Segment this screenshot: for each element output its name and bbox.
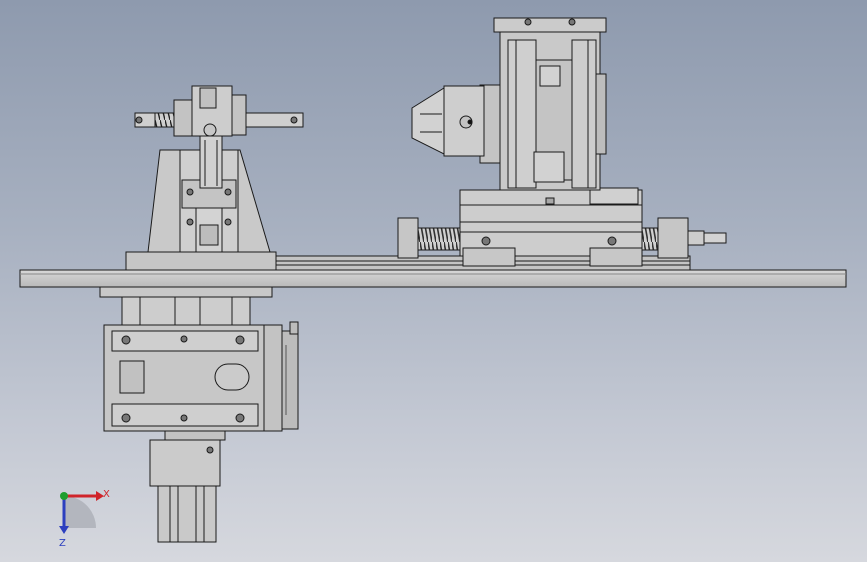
left-pedestal-part [199, 224, 219, 246]
right-gearhead-part [493, 17, 607, 33]
right-chuck-part [411, 87, 445, 155]
right-gearhead-part [539, 65, 561, 87]
bottom-gearbox-part [235, 413, 245, 423]
triad-x-label: X [103, 489, 110, 500]
bottom-gearbox-part [121, 335, 131, 345]
lead-screw-part [703, 232, 727, 244]
bottom-gearbox-part [99, 286, 273, 298]
right-slide-table-part [589, 247, 643, 267]
bottom-gearbox-part [119, 360, 145, 394]
bottom-motor-part [157, 485, 217, 543]
right-gearhead-part [568, 18, 576, 26]
coordinate-triad-part [64, 496, 96, 528]
right-chuck-part [467, 119, 473, 125]
right-gearhead-part [524, 18, 532, 26]
cad-model-drawing[interactable]: X Z [0, 0, 867, 562]
bottom-motor-part [206, 446, 214, 454]
left-pedestal-part [125, 251, 277, 271]
right-slide-table-part [462, 247, 516, 267]
right-slide-table-part [397, 217, 419, 259]
left-pedestal-part [224, 188, 232, 196]
right-gearhead-part [533, 151, 565, 183]
left-pedestal-part [199, 135, 223, 189]
left-crank-handle-part [231, 94, 247, 136]
bottom-gearbox [99, 286, 299, 441]
bottom-gearbox-part [235, 335, 245, 345]
lead-screw-part [641, 227, 659, 251]
bottom-gearbox-part [121, 413, 131, 423]
bottom-gearbox-part [281, 330, 299, 430]
right-gearhead-part [595, 73, 607, 155]
coordinate-triad-part [59, 526, 69, 534]
right-gearhead [493, 17, 607, 191]
left-crank-handle-part [135, 116, 143, 124]
bottom-gearbox-part [164, 430, 226, 441]
left-crank-handle-part [199, 87, 217, 109]
right-chuck [411, 84, 501, 164]
bottom-gearbox-part [180, 335, 188, 343]
left-crank-handle-part [173, 99, 193, 137]
bottom-motor [149, 439, 221, 543]
right-slide-table-part [545, 197, 555, 205]
right-gearhead-part [507, 39, 537, 189]
left-crank-handle-part [203, 123, 217, 137]
left-pedestal-part [224, 218, 232, 226]
right-gearhead-part [571, 39, 597, 189]
right-slide-table [397, 187, 689, 267]
base-plate [19, 269, 847, 288]
left-pedestal [125, 135, 277, 271]
right-slide-table-part [657, 217, 689, 259]
lead-screw-part [417, 227, 461, 251]
lead-screw-part [687, 230, 705, 246]
left-pedestal-part [186, 188, 194, 196]
bottom-gearbox-part [180, 414, 188, 422]
triad-z-label: Z [59, 538, 66, 549]
bottom-gearbox-part [214, 363, 250, 391]
coordinate-triad: X Z [59, 489, 110, 549]
right-slide-table-part [481, 236, 491, 246]
left-pedestal-part [186, 218, 194, 226]
base-plate-part [19, 269, 847, 288]
left-crank-handle [134, 85, 304, 137]
cad-viewport[interactable]: X Z [0, 0, 867, 562]
bottom-gearbox-part [263, 324, 283, 432]
bottom-gearbox-part [121, 296, 251, 326]
bottom-gearbox-part [289, 321, 299, 335]
triad-y-axis [60, 492, 68, 500]
right-slide-table-part [607, 236, 617, 246]
left-crank-handle-part [290, 116, 298, 124]
